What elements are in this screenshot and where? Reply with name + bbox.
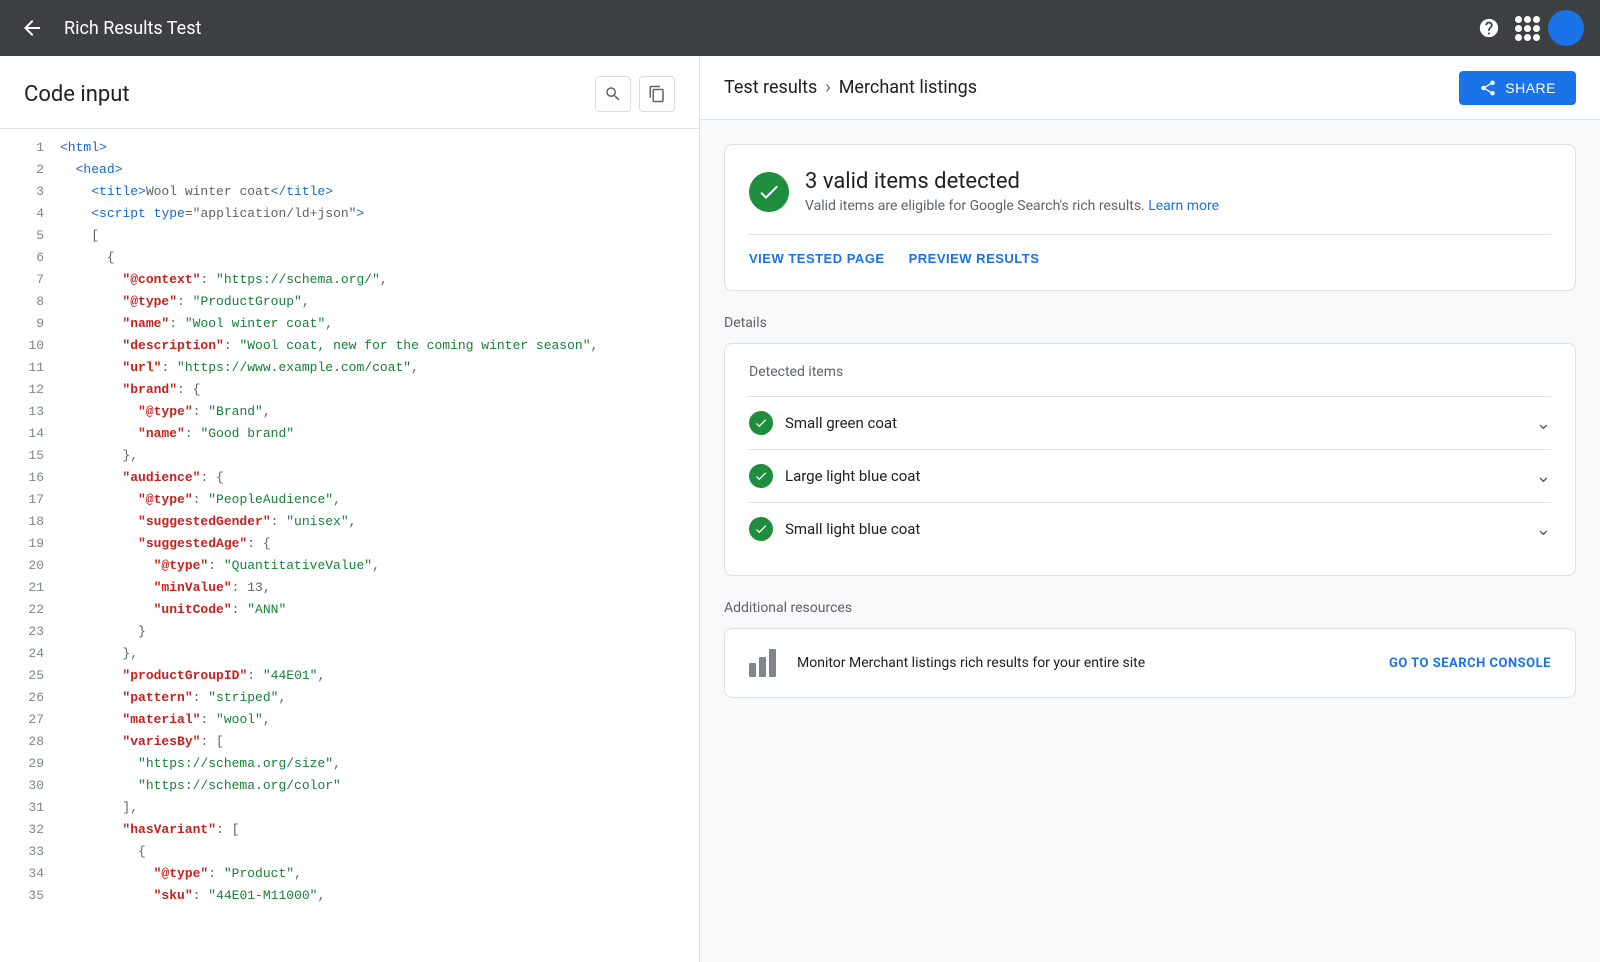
right-panel: Test results › Merchant listings SHARE (700, 56, 1600, 962)
additional-resources-label: Additional resources (724, 600, 1576, 616)
code-line: 3 <title>Wool winter coat</title> (0, 181, 699, 203)
item-check-icon-3 (749, 517, 773, 541)
detected-item-name-1: Small green coat (785, 414, 1524, 432)
code-line: 14 "name": "Good brand" (0, 423, 699, 445)
valid-items-subtitle: Valid items are eligible for Google Sear… (805, 198, 1219, 214)
code-editor: 1 <html> 2 <head> 3 <title>Wool winter c… (0, 129, 699, 962)
code-line: 18 "suggestedGender": "unisex", (0, 511, 699, 533)
breadcrumb-current: Merchant listings (839, 77, 977, 98)
code-line: 2 <head> (0, 159, 699, 181)
go-to-search-console-link[interactable]: GO TO SEARCH CONSOLE (1389, 656, 1551, 671)
code-line: 33 { (0, 841, 699, 863)
right-content: 3 valid items detected Valid items are e… (700, 120, 1600, 722)
code-line: 8 "@type": "ProductGroup", (0, 291, 699, 313)
code-line: 27 "material": "wool", (0, 709, 699, 731)
code-line: 13 "@type": "Brand", (0, 401, 699, 423)
detected-items-title: Detected items (749, 364, 1551, 380)
share-button[interactable]: SHARE (1459, 71, 1576, 105)
detected-items-card: Detected items Small green coat ⌄ (724, 343, 1576, 576)
code-line: 24 }, (0, 643, 699, 665)
code-line: 29 "https://schema.org/size", (0, 753, 699, 775)
detected-item-name-2: Large light blue coat (785, 467, 1524, 485)
code-line: 9 "name": "Wool winter coat", (0, 313, 699, 335)
valid-items-header: 3 valid items detected Valid items are e… (749, 169, 1551, 214)
code-line: 11 "url": "https://www.example.com/coat"… (0, 357, 699, 379)
search-code-button[interactable] (595, 76, 631, 112)
code-line: 20 "@type": "QuantitativeValue", (0, 555, 699, 577)
topnav: Rich Results Test (0, 0, 1600, 56)
code-actions (595, 76, 675, 112)
valid-count-title: 3 valid items detected (805, 169, 1219, 194)
code-line: 26 "pattern": "striped", (0, 687, 699, 709)
apps-icon[interactable] (1515, 16, 1540, 41)
breadcrumb: Test results › Merchant listings (724, 77, 977, 98)
help-icon[interactable] (1471, 10, 1507, 46)
additional-resources-card: Monitor Merchant listings rich results f… (724, 628, 1576, 698)
back-button[interactable] (16, 12, 48, 44)
code-line: 31 ], (0, 797, 699, 819)
code-line: 19 "suggestedAge": { (0, 533, 699, 555)
code-line: 16 "audience": { (0, 467, 699, 489)
code-line: 23 } (0, 621, 699, 643)
code-line: 12 "brand": { (0, 379, 699, 401)
view-tested-page-button[interactable]: VIEW TESTED PAGE (749, 251, 885, 266)
topnav-icons (1471, 10, 1584, 46)
code-line: 22 "unitCode": "ANN" (0, 599, 699, 621)
chevron-down-icon-1: ⌄ (1536, 413, 1551, 434)
results-header: Test results › Merchant listings SHARE (700, 56, 1600, 120)
code-line: 32 "hasVariant": [ (0, 819, 699, 841)
preview-results-button[interactable]: PREVIEW RESULTS (909, 251, 1040, 266)
valid-check-icon (749, 172, 789, 212)
main-layout: Code input 1 <html> (0, 56, 1600, 962)
app-title: Rich Results Test (64, 18, 1455, 39)
copy-code-button[interactable] (639, 76, 675, 112)
code-line: 25 "productGroupID": "44E01", (0, 665, 699, 687)
left-panel-header: Code input (0, 56, 699, 129)
additional-resources-section: Additional resources Monitor Merchant li… (724, 600, 1576, 698)
detected-item-1[interactable]: Small green coat ⌄ (749, 396, 1551, 449)
code-line: 17 "@type": "PeopleAudience", (0, 489, 699, 511)
code-line: 1 <html> (0, 137, 699, 159)
code-line: 15 }, (0, 445, 699, 467)
learn-more-link[interactable]: Learn more (1148, 198, 1219, 214)
code-input-title: Code input (24, 82, 130, 107)
code-line: 7 "@context": "https://schema.org/", (0, 269, 699, 291)
chevron-down-icon-2: ⌄ (1536, 466, 1551, 487)
item-check-icon-2 (749, 464, 773, 488)
code-line: 35 "sku": "44E01-M11000", (0, 885, 699, 907)
user-avatar[interactable] (1548, 10, 1584, 46)
code-line: 4 <script type="application/ld+json"> (0, 203, 699, 225)
code-line: 6 { (0, 247, 699, 269)
code-line: 34 "@type": "Product", (0, 863, 699, 885)
code-line: 21 "minValue": 13, (0, 577, 699, 599)
left-panel: Code input 1 <html> (0, 56, 700, 962)
chevron-down-icon-3: ⌄ (1536, 519, 1551, 540)
detected-item-3[interactable]: Small light blue coat ⌄ (749, 502, 1551, 555)
breadcrumb-separator: › (825, 77, 830, 98)
monitor-text: Monitor Merchant listings rich results f… (797, 655, 1373, 671)
code-line: 10 "description": "Wool coat, new for th… (0, 335, 699, 357)
detected-item-name-3: Small light blue coat (785, 520, 1524, 538)
card-actions: VIEW TESTED PAGE PREVIEW RESULTS (749, 234, 1551, 266)
detected-item-2[interactable]: Large light blue coat ⌄ (749, 449, 1551, 502)
details-label: Details (724, 315, 1576, 331)
item-check-icon-1 (749, 411, 773, 435)
bar-chart-icon (749, 649, 781, 677)
code-line: 28 "variesBy": [ (0, 731, 699, 753)
breadcrumb-root: Test results (724, 77, 817, 98)
valid-items-info: 3 valid items detected Valid items are e… (805, 169, 1219, 214)
valid-items-card: 3 valid items detected Valid items are e… (724, 144, 1576, 291)
details-section: Details Detected items Small green coat … (724, 315, 1576, 576)
code-line: 5 [ (0, 225, 699, 247)
code-line: 30 "https://schema.org/color" (0, 775, 699, 797)
